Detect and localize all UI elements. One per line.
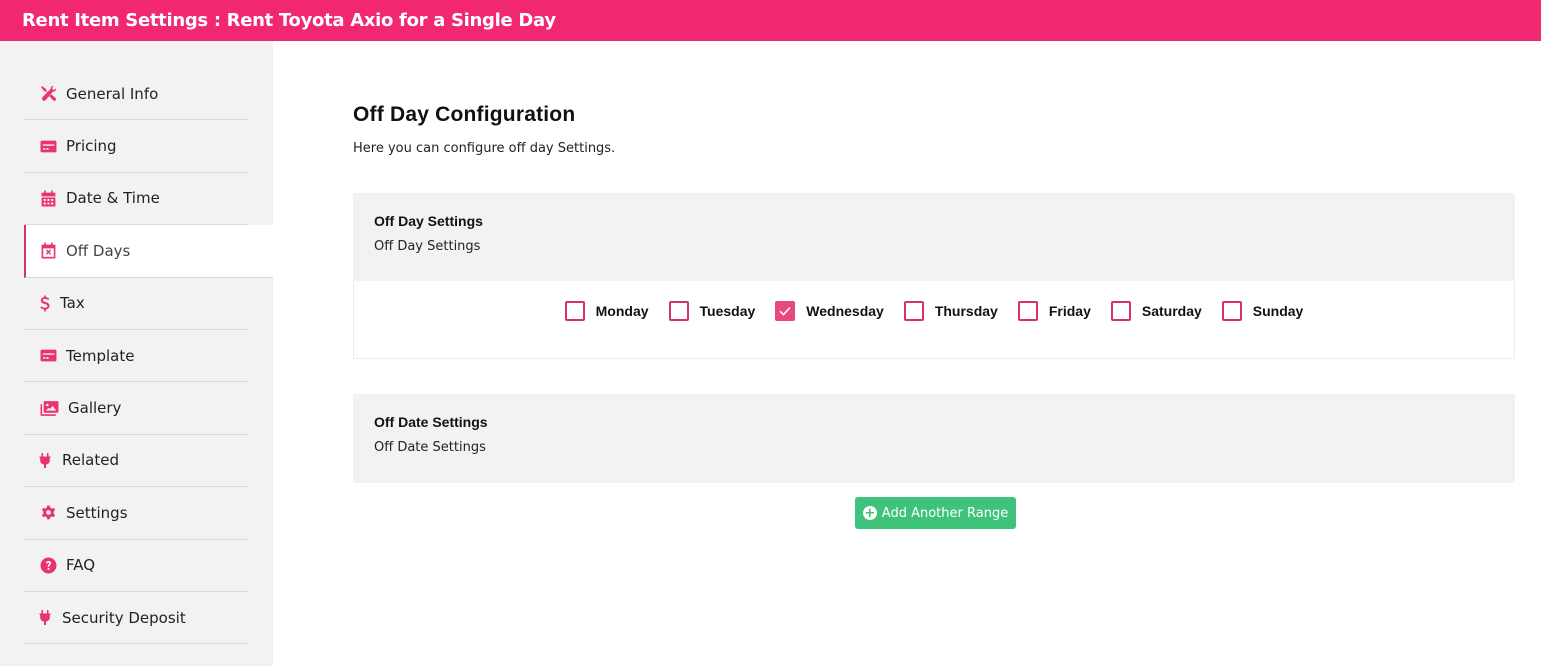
- day-option-sunday[interactable]: Sunday: [1221, 300, 1304, 322]
- sidebar-item-label: Settings: [66, 503, 128, 522]
- saturday-checkbox[interactable]: [1110, 301, 1131, 321]
- images-icon: [39, 399, 59, 417]
- tools-icon: [39, 85, 57, 103]
- calendar-x-icon: [39, 242, 57, 260]
- sidebar-item-label: Template: [66, 346, 135, 365]
- credit-card-icon: [39, 347, 57, 365]
- sidebar-item-related[interactable]: Related: [24, 435, 248, 488]
- section-subheading: Off Day Settings: [374, 239, 481, 254]
- sidebar-item-gallery[interactable]: Gallery: [24, 382, 248, 435]
- sidebar-item-general-info[interactable]: General Info: [24, 68, 248, 121]
- gear-icon: [39, 504, 57, 522]
- page-description: Here you can configure off day Settings.: [353, 141, 616, 156]
- sidebar-item-label: Security Deposit: [62, 608, 186, 627]
- sidebar-item-template[interactable]: Template: [24, 330, 248, 383]
- plug-icon: [39, 609, 51, 627]
- sidebar-item-label: Pricing: [66, 137, 117, 156]
- sidebar-item-settings[interactable]: Settings: [24, 487, 248, 540]
- plug-icon: [39, 451, 51, 469]
- sidebar-item-label: General Info: [66, 84, 159, 103]
- dollar-icon: [39, 294, 51, 312]
- sidebar-item-off-days[interactable]: Off Days: [24, 225, 273, 278]
- day-option-friday[interactable]: Friday: [1017, 300, 1091, 322]
- thursday-checkbox[interactable]: [903, 301, 924, 321]
- section-heading: Off Date Settings: [374, 414, 488, 430]
- header-title: Rent Item Settings : Rent Toyota Axio fo…: [22, 10, 556, 31]
- add-another-range-button[interactable]: + Add Another Range: [854, 497, 1017, 529]
- section-subheading: Off Date Settings: [374, 440, 486, 455]
- question-circle-icon: [39, 556, 57, 574]
- sidebar-item-label: Off Days: [66, 241, 131, 260]
- sidebar-item-date-time[interactable]: Date & Time: [24, 173, 248, 226]
- credit-card-icon: [39, 137, 57, 155]
- friday-checkbox[interactable]: [1017, 301, 1038, 321]
- day-label: Wednesday: [806, 303, 884, 319]
- day-label: Friday: [1048, 303, 1091, 319]
- sidebar-item-faq[interactable]: FAQ: [24, 540, 248, 592]
- page-header: Rent Item Settings : Rent Toyota Axio fo…: [0, 0, 1541, 41]
- day-label: Tuesday: [699, 303, 756, 319]
- day-label: Monday: [595, 303, 649, 319]
- tuesday-checkbox[interactable]: [668, 301, 689, 321]
- sidebar-item-tax[interactable]: Tax: [24, 278, 248, 330]
- off-day-settings-header: Off Day Settings Off Day Settings: [353, 193, 1515, 281]
- sidebar-item-security-deposit[interactable]: Security Deposit: [24, 592, 248, 645]
- checkmark-icon: [779, 307, 791, 316]
- off-date-settings-card: Off Date Settings Off Date Settings: [353, 394, 1515, 483]
- section-heading: Off Day Settings: [374, 213, 483, 229]
- day-option-tuesday[interactable]: Tuesday: [668, 300, 756, 322]
- sidebar-item-label: Date & Time: [66, 189, 160, 208]
- off-day-settings-card: Off Day Settings Off Day Settings Monday…: [353, 193, 1515, 359]
- day-option-saturday[interactable]: Saturday: [1110, 300, 1202, 322]
- calendar-icon: [39, 189, 57, 207]
- sunday-checkbox[interactable]: [1221, 301, 1242, 321]
- day-option-wednesday[interactable]: Wednesday: [775, 300, 884, 322]
- day-label: Saturday: [1141, 303, 1202, 319]
- day-option-monday[interactable]: Monday: [564, 300, 649, 322]
- main-content: Off Day Configuration Here you can confi…: [353, 41, 1515, 529]
- sidebar-item-pricing[interactable]: Pricing: [24, 120, 248, 173]
- sidebar-item-label: Tax: [60, 294, 85, 313]
- weekday-checkbox-group: Monday Tuesday Wednesday Thursday Friday: [353, 281, 1515, 359]
- wednesday-checkbox[interactable]: [775, 301, 796, 321]
- plus-circle-icon: +: [862, 505, 877, 521]
- page-title: Off Day Configuration: [353, 103, 576, 126]
- sidebar-item-label: Related: [62, 451, 119, 470]
- off-date-settings-header: Off Date Settings Off Date Settings: [353, 394, 1515, 483]
- sidebar: General Info Pricing Date & Time Off Day…: [0, 41, 273, 666]
- day-label: Thursday: [934, 303, 998, 319]
- button-label: Add Another Range: [881, 505, 1009, 521]
- day-option-thursday[interactable]: Thursday: [903, 300, 998, 322]
- monday-checkbox[interactable]: [564, 301, 585, 321]
- sidebar-item-label: Gallery: [68, 399, 122, 418]
- day-label: Sunday: [1252, 303, 1304, 319]
- sidebar-item-label: FAQ: [66, 556, 96, 575]
